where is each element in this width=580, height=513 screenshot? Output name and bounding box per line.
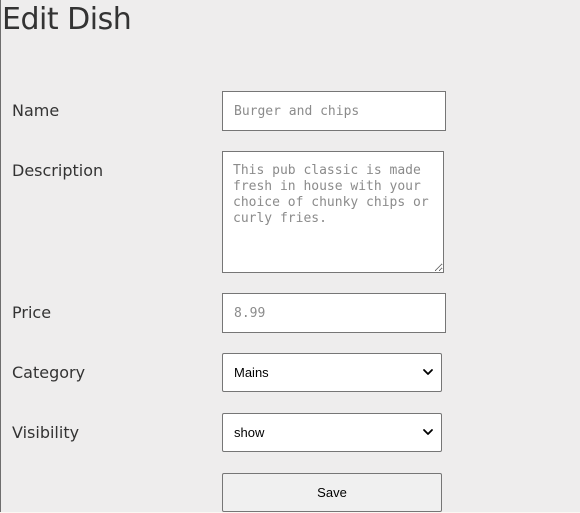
visibility-select[interactable]: show xyxy=(222,413,442,452)
price-input[interactable] xyxy=(222,293,446,333)
category-select[interactable]: Mains xyxy=(222,353,442,392)
visibility-select-wrapper: show xyxy=(222,413,442,452)
description-textarea[interactable] xyxy=(222,151,444,273)
page-title: Edit Dish xyxy=(2,2,132,37)
save-button[interactable]: Save xyxy=(222,473,442,512)
category-label: Category xyxy=(12,363,86,382)
edit-dish-panel: Edit Dish Name Description Price Categor… xyxy=(0,0,580,512)
price-label: Price xyxy=(12,303,52,322)
visibility-label: Visibility xyxy=(12,423,80,442)
category-select-wrapper: Mains xyxy=(222,353,442,392)
name-label: Name xyxy=(12,101,60,120)
description-label: Description xyxy=(12,161,104,180)
name-input[interactable] xyxy=(222,91,446,131)
